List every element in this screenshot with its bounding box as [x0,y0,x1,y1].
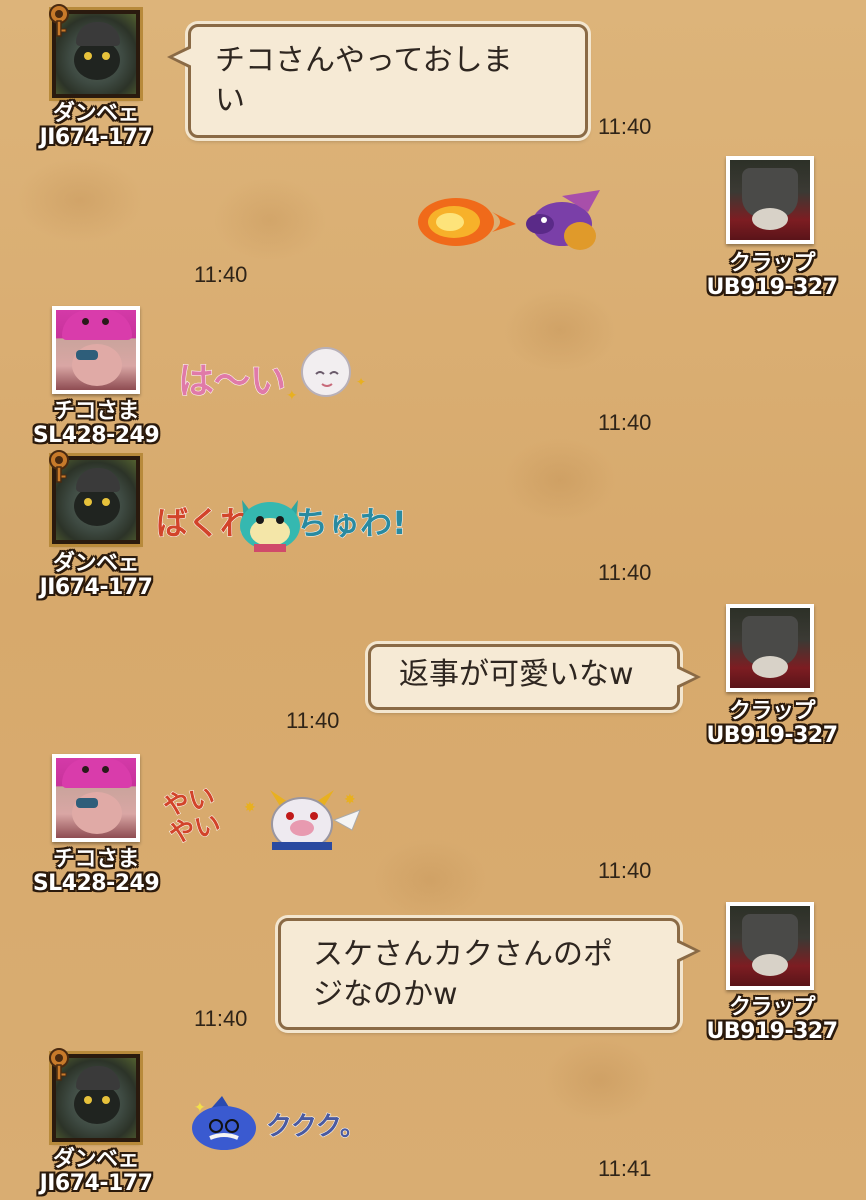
sender-id: UB919-327 [706,1019,838,1044]
sender-id: UB919-327 [706,723,838,748]
stamp-caption-right: ちゅわ! [296,504,408,543]
message-row: ダンベェ JI674-177 チコさんやっておしま い 11:40 [0,0,866,150]
sender-name: クラップ [728,251,816,276]
svg-text:✦: ✦ [286,388,298,404]
stamp-caption: ククク。 [266,1112,367,1143]
message-time: 11:40 [598,410,652,435]
sender-id: UB919-327 [706,275,838,300]
sender-id: JI674-177 [39,1171,153,1196]
sender-name: チコさま [52,399,140,424]
message-row: チコさま SL428-249 は〜い ✦ ✦ 11:40 [0,300,866,450]
bucket-hat-avatar-icon[interactable] [726,156,814,244]
message-row: クラップ UB919-327 返事が可愛いなw 11:40 [0,600,866,750]
stamp-caption: は〜い [177,361,287,403]
sender-name: ダンベェ [52,551,140,576]
message-time: 11:41 [598,1156,652,1181]
message-row: クラップ UB919-327 スケさんカクさんのポ ジなのかw 11:40 [0,900,866,1050]
fire-breathing-dragon-stamp-icon[interactable] [412,190,612,256]
key-badge-icon [49,450,69,483]
message-time: 11:40 [598,114,652,139]
sender-id: JI674-177 [39,125,153,150]
message-bubble[interactable]: チコさんやっておしま い [167,24,588,138]
sender-id: JI674-177 [39,575,153,600]
svg-text:✦: ✦ [356,375,366,389]
message-bubble[interactable]: 返事が可愛いなw [368,644,701,710]
bucket-hat-avatar-icon[interactable] [726,902,814,990]
sender-id: SL428-249 [32,423,160,448]
message-time: 11:40 [598,858,652,883]
sender-name: チコさま [52,847,140,872]
message-time: 11:40 [194,262,248,287]
blue-mustache-monster-stamp-icon[interactable]: ✦ [188,1094,264,1150]
svg-text:✸: ✸ [344,792,356,808]
message-row: チコさま SL428-249 やい やい ✸ ✸ 11:40 [0,750,866,900]
horned-pig-monster-stamp-icon[interactable]: ✸ ✸ [240,790,364,850]
key-badge-icon [49,4,69,37]
message-row: クラップ UB919-327 11:40 [0,150,866,300]
sender-name: クラップ [728,699,816,724]
svg-text:✸: ✸ [244,800,256,816]
bucket-hat-avatar-icon[interactable] [726,604,814,692]
key-badge-icon [49,1048,69,1081]
white-haired-girl-stamp-icon[interactable]: ✦ ✦ [282,344,372,404]
sender-name: ダンベェ [52,101,140,126]
message-text: チコさんやっておしま い [215,43,513,118]
slime-hat-avatar-icon[interactable] [52,754,140,842]
slime-hat-avatar-icon[interactable] [52,306,140,394]
message-row: ダンベェ JI674-177 ばくれ ちゅわ! 11:40 [0,450,866,600]
message-text: 返事が可愛いなw [399,657,634,692]
svg-text:✦: ✦ [194,1100,206,1116]
sender-name: ダンベェ [52,1147,140,1172]
message-time: 11:40 [194,1006,248,1031]
message-bubble[interactable]: スケさんカクさんのポ ジなのかw [278,918,701,1030]
sender-name: クラップ [728,995,816,1020]
stamp-caption: やい やい [160,782,224,851]
message-row: ダンベェ JI674-177 ✦ ククク。 11:41 [0,1048,866,1200]
message-time: 11:40 [598,560,652,585]
message-time: 11:40 [286,708,340,733]
message-text: スケさんカクさんのポ ジなのかw [313,937,613,1012]
sender-id: SL428-249 [32,871,160,896]
